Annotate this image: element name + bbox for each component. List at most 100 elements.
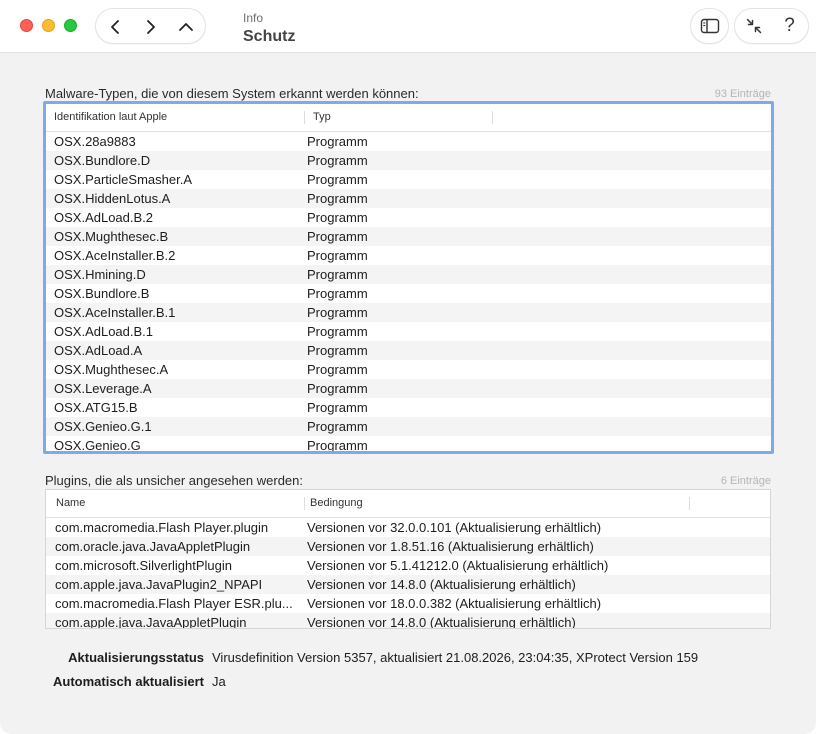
malware-identification-cell: OSX.AdLoad.A (54, 343, 143, 358)
table-row[interactable]: OSX.AdLoad.B.1 Programm (46, 322, 771, 341)
help-icon: ? (784, 15, 795, 36)
column-divider[interactable] (689, 497, 690, 510)
malware-table-header: Identifikation laut Apple Typ (46, 104, 771, 132)
column-header-condition[interactable]: Bedingung (302, 490, 688, 517)
plugin-name-cell: com.apple.java.JavaPlugin2_NPAPI (55, 577, 263, 592)
table-row[interactable]: OSX.HiddenLotus.A Programm (46, 189, 771, 208)
malware-table-body: OSX.28a9883 Programm OSX.Bundlore.D Program… (46, 132, 771, 451)
plugins-table-body: com.macromedia.Flash Player.plugin Versio… (46, 518, 770, 628)
page-title: Schutz (243, 28, 296, 45)
plugins-count: 6 Einträge (720, 475, 771, 487)
close-window-button[interactable] (20, 19, 33, 32)
view-options-group: ? (734, 8, 809, 44)
table-row[interactable]: OSX.Hmining.D Programm (46, 265, 771, 284)
malware-type-cell: Programm (307, 134, 368, 149)
malware-type-cell: Programm (307, 381, 368, 396)
navigation-button-group (95, 8, 206, 44)
plugin-condition-cell: Versionen vor 14.8.0 (Aktualisierung erh… (307, 615, 576, 628)
malware-identification-cell: OSX.AdLoad.B.2 (54, 210, 154, 225)
plugin-name-cell: com.oracle.java.JavaAppletPlugin (55, 539, 251, 554)
column-divider[interactable] (492, 111, 493, 124)
system-info-window: Info Schutz ? Malware-Typen, die von die (0, 0, 816, 734)
column-header-name[interactable]: Name (48, 490, 304, 517)
malware-identification-cell: OSX.ATG15.B (54, 400, 138, 415)
malware-identification-cell: OSX.AceInstaller.B.2 (54, 248, 176, 263)
plugins-table[interactable]: Name Bedingung com.macromedia.Flash Play… (45, 489, 771, 629)
collapse-button[interactable] (736, 8, 772, 44)
table-row[interactable]: OSX.Bundlore.B Programm (46, 284, 771, 303)
malware-identification-cell: OSX.HiddenLotus.A (54, 191, 171, 206)
sidebar-icon (700, 18, 719, 34)
table-row[interactable]: OSX.ParticleSmasher.A Programm (46, 170, 771, 189)
zoom-window-button[interactable] (64, 19, 77, 32)
table-row[interactable]: OSX.Leverage.A Programm (46, 379, 771, 398)
malware-type-cell: Programm (307, 153, 368, 168)
malware-type-cell: Programm (307, 229, 368, 244)
malware-identification-cell: OSX.Genieo.G (54, 438, 141, 451)
malware-count: 93 Einträge (714, 88, 771, 100)
table-row[interactable]: com.macromedia.Flash Player ESR.plu... Ve… (46, 594, 770, 613)
plugin-condition-cell: Versionen vor 14.8.0 (Aktualisierung erh… (307, 577, 576, 592)
malware-identification-cell: OSX.Mughthesec.B (54, 229, 169, 244)
plugins-section-label: Plugins, die als unsicher angesehen werd… (45, 473, 304, 488)
malware-table[interactable]: Identifikation laut Apple Typ OSX.28a988… (43, 101, 774, 454)
table-row[interactable]: OSX.Bundlore.D Programm (46, 151, 771, 170)
forward-button[interactable] (141, 17, 161, 37)
update-status-value: Virusdefinition Version 5357, aktualisie… (212, 650, 699, 665)
table-row[interactable]: OSX.Genieo.G Programm (46, 436, 771, 451)
table-row[interactable]: OSX.28a9883 Programm (46, 132, 771, 151)
table-row[interactable]: com.apple.java.JavaPlugin2_NPAPI Versione… (46, 575, 770, 594)
plugin-name-cell: com.macromedia.Flash Player.plugin (55, 520, 269, 535)
chevron-right-icon (147, 20, 155, 34)
table-row[interactable]: OSX.AceInstaller.B.2 Programm (46, 246, 771, 265)
malware-identification-cell: OSX.Genieo.G.1 (54, 419, 152, 434)
table-row[interactable]: com.oracle.java.JavaAppletPlugin Versione… (46, 537, 770, 556)
collapse-arrows-icon (746, 18, 761, 34)
table-row[interactable]: OSX.ATG15.B Programm (46, 398, 771, 417)
auto-update-label: Automatisch aktualisiert (53, 674, 204, 689)
column-header-identification[interactable]: Identifikation laut Apple (46, 104, 304, 131)
table-row[interactable]: OSX.Mughthesec.B Programm (46, 227, 771, 246)
malware-type-cell: Programm (307, 362, 368, 377)
malware-type-cell: Programm (307, 400, 368, 415)
chevron-left-icon (111, 20, 119, 34)
table-row[interactable]: OSX.AceInstaller.B.1 Programm (46, 303, 771, 322)
plugin-condition-cell: Versionen vor 5.1.41212.0 (Aktualisierun… (307, 558, 609, 573)
malware-identification-cell: OSX.Bundlore.B (54, 286, 150, 301)
malware-identification-cell: OSX.ParticleSmasher.A (54, 172, 192, 187)
malware-identification-cell: OSX.AceInstaller.B.1 (54, 305, 176, 320)
help-button[interactable]: ? (772, 8, 808, 44)
back-button[interactable] (105, 17, 125, 37)
malware-type-cell: Programm (307, 438, 368, 451)
plugin-condition-cell: Versionen vor 32.0.0.101 (Aktualisierung… (307, 520, 602, 535)
malware-identification-cell: OSX.Leverage.A (54, 381, 152, 396)
plugin-name-cell: com.microsoft.SilverlightPlugin (55, 558, 233, 573)
table-row[interactable]: OSX.Mughthesec.A Programm (46, 360, 771, 379)
malware-type-cell: Programm (307, 248, 368, 263)
malware-identification-cell: OSX.AdLoad.B.1 (54, 324, 154, 339)
table-row[interactable]: OSX.AdLoad.A Programm (46, 341, 771, 360)
auto-update-value: Ja (212, 674, 226, 689)
update-status-label: Aktualisierungsstatus (68, 650, 204, 665)
column-header-type[interactable]: Typ (305, 104, 491, 131)
table-row[interactable]: com.macromedia.Flash Player.plugin Versio… (46, 518, 770, 537)
table-row[interactable]: OSX.Genieo.G.1 Programm (46, 417, 771, 436)
malware-type-cell: Programm (307, 324, 368, 339)
plugin-condition-cell: Versionen vor 1.8.51.16 (Aktualisierung … (307, 539, 594, 554)
malware-type-cell: Programm (307, 286, 368, 301)
table-row[interactable]: com.apple.java.JavaAppletPlugin Versionen… (46, 613, 770, 628)
chevron-up-icon (179, 23, 193, 31)
up-button[interactable] (176, 17, 196, 37)
malware-identification-cell: OSX.Hmining.D (54, 267, 146, 282)
malware-type-cell: Programm (307, 305, 368, 320)
malware-type-cell: Programm (307, 172, 368, 187)
plugins-table-header: Name Bedingung (46, 490, 770, 518)
table-row[interactable]: com.microsoft.SilverlightPlugin Versionen… (46, 556, 770, 575)
header-subtitle: Info (243, 11, 264, 25)
minimize-window-button[interactable] (42, 19, 55, 32)
malware-type-cell: Programm (307, 267, 368, 282)
malware-identification-cell: OSX.Mughthesec.A (54, 362, 169, 377)
toggle-sidebar-button[interactable] (690, 8, 729, 44)
table-row[interactable]: OSX.AdLoad.B.2 Programm (46, 208, 771, 227)
malware-type-cell: Programm (307, 210, 368, 225)
